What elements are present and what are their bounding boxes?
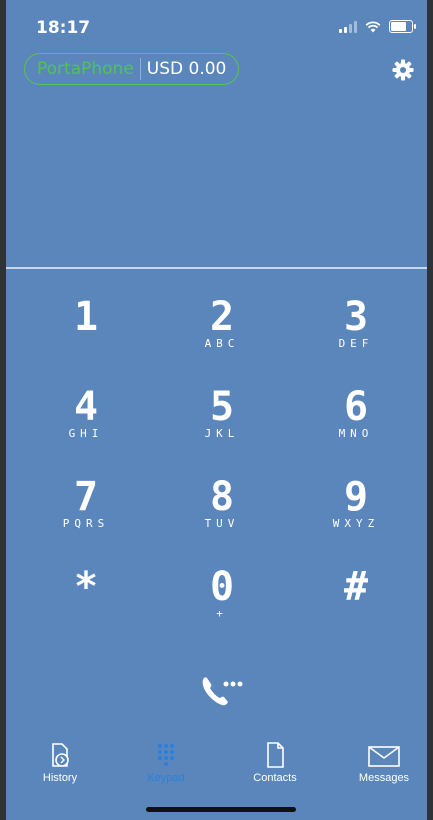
key-digit: * [73, 564, 99, 610]
number-display-divider [6, 267, 427, 269]
key-7[interactable]: 7 PQRS [16, 475, 156, 555]
wifi-icon [365, 20, 381, 32]
signal-icon [339, 20, 357, 33]
key-letters: + [216, 607, 228, 620]
key-4[interactable]: 4 GHI [16, 385, 156, 465]
key-digit: 7 [73, 474, 99, 520]
key-8[interactable]: 8 TUV [152, 475, 292, 555]
key-digit: 6 [343, 384, 369, 430]
battery-icon [389, 20, 416, 33]
key-digit: 0 [209, 564, 235, 610]
key-letters: TUV [204, 517, 240, 530]
contacts-icon [267, 742, 284, 768]
key-9[interactable]: 9 WXYZ [286, 475, 426, 555]
pill-separator [139, 58, 141, 80]
key-letters: ABC [204, 337, 240, 350]
history-icon [52, 743, 69, 767]
key-digit: 1 [73, 294, 99, 340]
key-digit: 8 [209, 474, 235, 520]
call-icon[interactable] [198, 670, 244, 710]
key-letters: PQRS [62, 517, 110, 530]
status-bar: 18:17 [6, 0, 427, 48]
key-6[interactable]: 6 MNO [286, 385, 426, 465]
tab-label: Messages [358, 772, 410, 784]
tab-label: History [42, 772, 78, 784]
key-digit: 2 [209, 294, 235, 340]
key-0[interactable]: 0 + [152, 565, 292, 645]
messages-icon [368, 746, 400, 767]
key-letters: MNO [338, 427, 374, 440]
brand-name: PortaPhone [37, 59, 134, 79]
tab-label: Keypad [147, 772, 185, 784]
key-5[interactable]: 5 JKL [152, 385, 292, 465]
account-balance-pill[interactable]: PortaPhone USD 0.00 [24, 53, 240, 85]
status-icons [339, 20, 416, 33]
balance-value: USD 0.00 [146, 59, 227, 79]
key-letters: JKL [204, 427, 240, 440]
tab-contacts[interactable]: Contacts [225, 740, 325, 784]
key-digit: 5 [209, 384, 235, 430]
key-1[interactable]: 1 [16, 295, 156, 375]
key-digit: 9 [343, 474, 369, 520]
key-3[interactable]: 3 DEF [286, 295, 426, 375]
tab-keypad[interactable]: Keypad [116, 740, 216, 784]
tab-messages[interactable]: Messages [334, 740, 427, 784]
key-digit: 3 [343, 294, 369, 340]
key-2[interactable]: 2 ABC [152, 295, 292, 375]
key-letters: WXYZ [332, 517, 380, 530]
key-hash[interactable]: # [286, 565, 426, 645]
keypad-icon [158, 744, 174, 766]
key-digit: 4 [73, 384, 99, 430]
phone-screen: 18:17 PortaPhone USD 0.00 1 2 ABC 3 DEF … [6, 0, 427, 820]
key-letters: DEF [338, 337, 374, 350]
tab-label: Contacts [253, 772, 297, 784]
key-letters: GHI [68, 427, 104, 440]
key-digit: # [343, 564, 369, 610]
gear-icon[interactable] [391, 58, 415, 82]
key-star[interactable]: * [16, 565, 156, 645]
home-indicator[interactable] [146, 807, 296, 812]
status-time: 18:17 [36, 18, 91, 38]
tab-history[interactable]: History [10, 740, 110, 784]
